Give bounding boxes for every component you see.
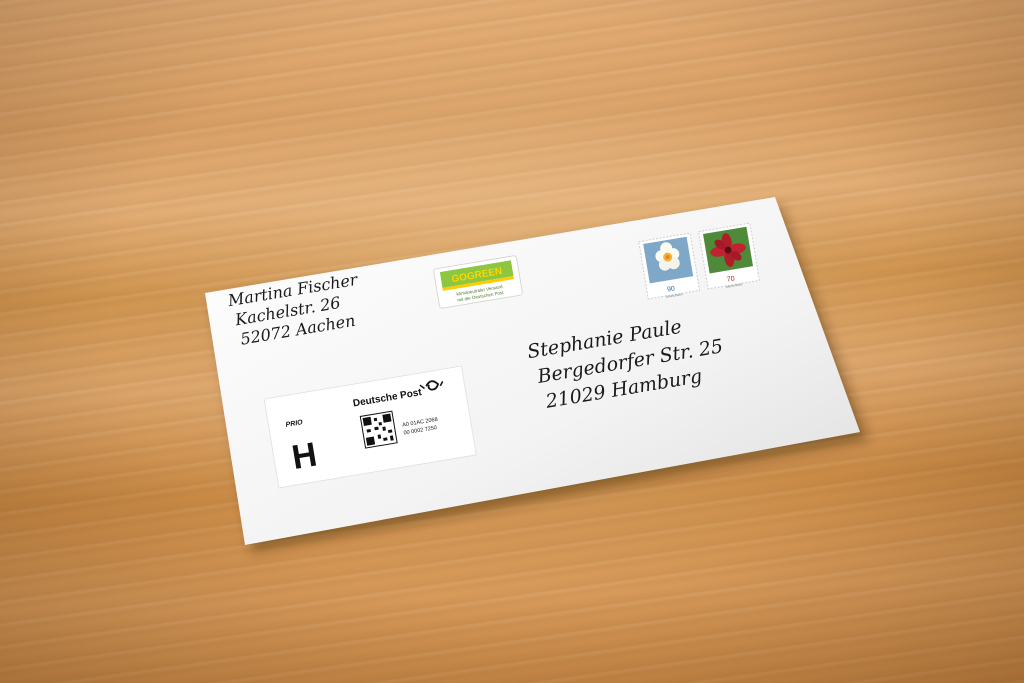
stamp-2-value: 70 — [726, 275, 735, 283]
photo-scene: Martina Fischer Kachelstr. 26 52072 Aach… — [205, 197, 868, 552]
stamp-daffodil: 90 Deutschland — [638, 232, 701, 300]
qr-code-icon — [359, 410, 398, 449]
stamp-red-flower: 70 Deutschland — [697, 222, 761, 290]
stamp-1-value: 90 — [667, 285, 676, 293]
